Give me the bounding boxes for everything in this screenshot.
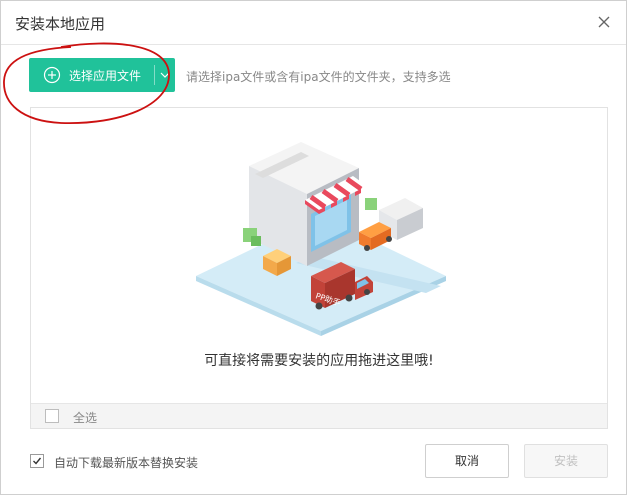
select-all-label: 全选 [73, 411, 98, 425]
close-button[interactable] [596, 14, 612, 30]
drop-zone-message: 可直接将需要安装的应用拖进这里哦! [204, 353, 434, 369]
store-illustration: PP助手 [196, 142, 446, 336]
select-app-file-button[interactable]: 选择应用文件 [29, 58, 175, 92]
dialog-titlebar: 安装本地应用 [1, 1, 626, 45]
select-all-bar: 全选 [31, 403, 607, 428]
select-hint-text: 请选择ipa文件或含有ipa文件的文件夹，支持多选 [186, 70, 451, 84]
drop-zone[interactable]: PP助手 可直接将需要安装的应用拖进这里哦! 全选 [30, 107, 608, 429]
dialog-title: 安装本地应用 [15, 15, 106, 33]
select-app-file-label: 选择应用文件 [69, 69, 142, 83]
plus-circle-icon [43, 66, 61, 84]
select-app-file-main[interactable]: 选择应用文件 [29, 58, 154, 92]
select-all-checkbox[interactable] [45, 409, 59, 423]
auto-update-checkbox[interactable] [30, 454, 44, 468]
checkmark-icon [33, 457, 42, 465]
auto-update-label: 自动下载最新版本替换安装 [54, 456, 199, 470]
close-icon [598, 16, 610, 28]
install-local-app-dialog: 安装本地应用 选择应用文件 请选择ipa文件或含有ipa文件的文件夹，支持多选 [0, 0, 627, 495]
chevron-down-icon [160, 72, 170, 78]
select-dropdown-toggle[interactable] [155, 58, 175, 92]
cancel-button[interactable]: 取消 [425, 444, 509, 478]
install-button[interactable]: 安装 [524, 444, 608, 478]
